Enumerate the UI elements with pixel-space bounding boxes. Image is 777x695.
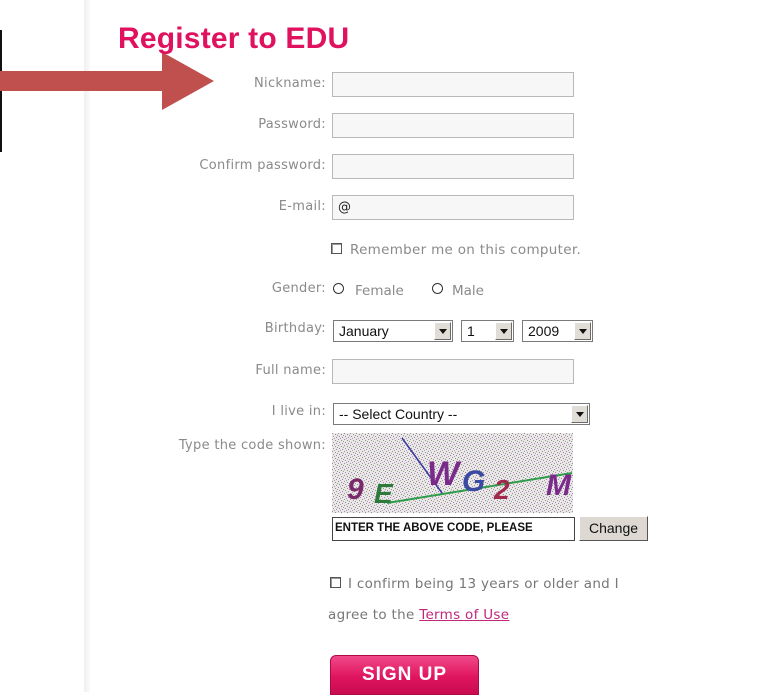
nickname-label: Nickname: (254, 76, 326, 91)
email-input[interactable] (332, 195, 574, 220)
birthday-year-select[interactable]: 2009 (522, 320, 593, 342)
age-confirm-checkbox[interactable] (330, 577, 341, 588)
nickname-input[interactable] (332, 72, 574, 97)
gender-label: Gender: (271, 281, 326, 296)
captcha-image: 9 E W G 2 M (332, 433, 573, 513)
terms-prefix: agree to the (328, 607, 415, 623)
birthday-year-value: 2009 (528, 323, 560, 339)
full-name-label: Full name: (255, 363, 326, 378)
page-title: Register to EDU (118, 22, 350, 55)
gender-female-radio[interactable] (333, 283, 344, 294)
chevron-down-icon (574, 322, 591, 340)
full-name-input[interactable] (332, 359, 574, 384)
password-input[interactable] (332, 113, 574, 138)
chevron-down-icon (434, 322, 451, 340)
gender-male-radio[interactable] (432, 283, 443, 294)
confirm-password-label: Confirm password: (199, 158, 326, 173)
gender-female-label: Female (355, 283, 404, 299)
pointer-arrow-icon (0, 52, 214, 110)
email-label: E-mail: (278, 199, 326, 214)
svg-text:W: W (427, 455, 462, 493)
birthday-label: Birthday: (264, 321, 326, 336)
birthday-day-value: 1 (467, 323, 475, 339)
svg-text:2: 2 (493, 474, 510, 505)
terms-of-use-link[interactable]: Terms of Use (419, 607, 509, 623)
captcha-label: Type the code shown: (178, 438, 326, 453)
terms-line: agree to the Terms of Use (328, 607, 509, 623)
remember-checkbox[interactable] (331, 243, 342, 254)
country-label: I live in: (271, 404, 326, 419)
remember-label: Remember me on this computer. (350, 242, 582, 258)
svg-text:G: G (462, 465, 485, 498)
svg-text:M: M (546, 469, 572, 502)
captcha-code-input[interactable]: ENTER THE ABOVE CODE, PLEASE (332, 517, 575, 541)
password-label: Password: (258, 117, 326, 132)
country-select[interactable]: -- Select Country -- (333, 403, 590, 425)
sign-up-button[interactable]: SIGN UP (330, 655, 479, 695)
confirm-password-input[interactable] (332, 154, 574, 179)
country-value: -- Select Country -- (339, 406, 458, 422)
captcha-change-button[interactable]: Change (579, 516, 648, 541)
svg-text:E: E (374, 478, 394, 509)
gender-male-label: Male (452, 283, 484, 299)
chevron-down-icon (571, 405, 588, 423)
chevron-down-icon (495, 322, 512, 340)
birthday-month-value: January (339, 323, 389, 339)
svg-text:9: 9 (347, 473, 364, 506)
age-confirm-text: I confirm being 13 years or older and I (348, 576, 619, 592)
birthday-month-select[interactable]: January (333, 320, 453, 342)
birthday-day-select[interactable]: 1 (461, 320, 514, 342)
